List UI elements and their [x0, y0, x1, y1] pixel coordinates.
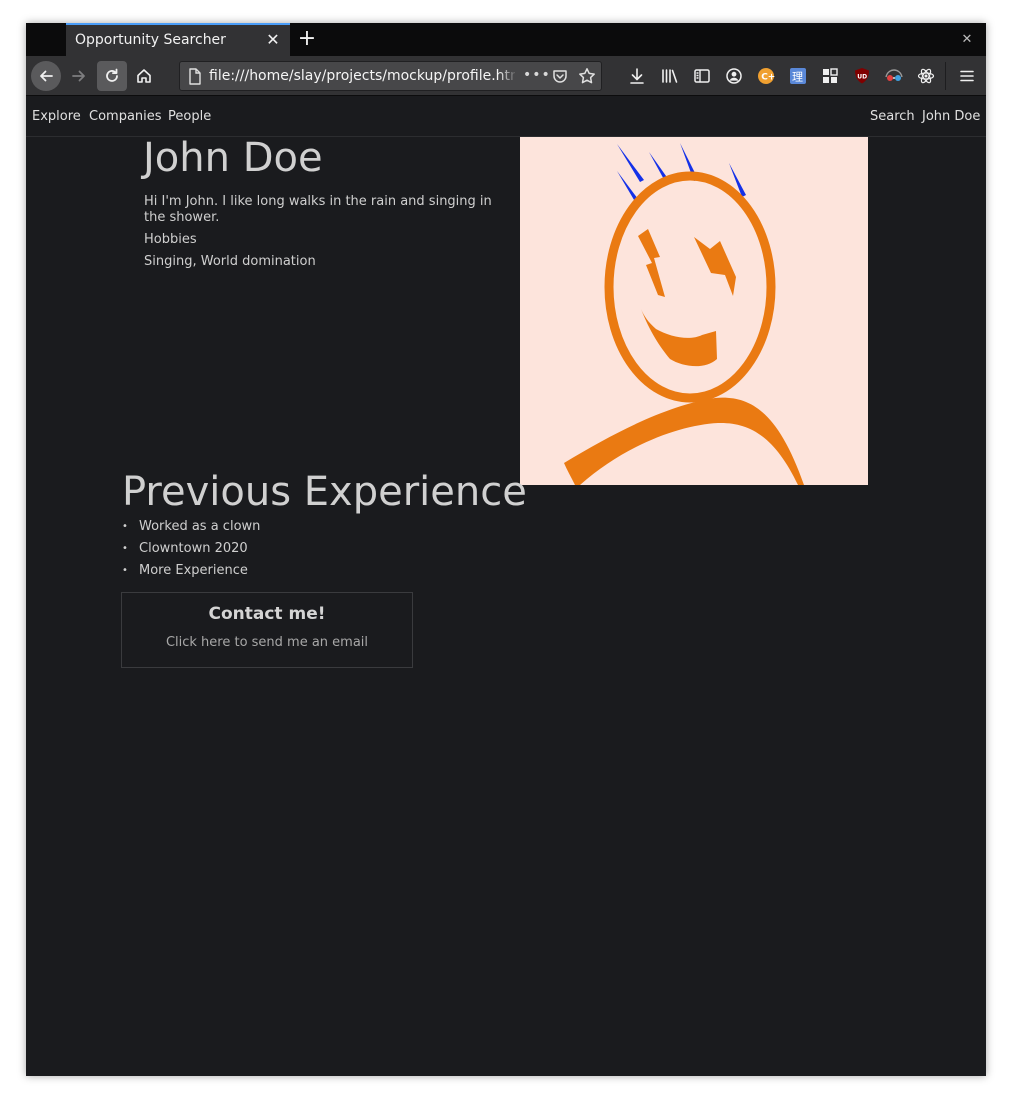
url-fade — [498, 64, 518, 88]
download-icon[interactable] — [627, 66, 647, 86]
profile-bio: Hi I'm John. I like long walks in the ra… — [144, 194, 492, 225]
web-page: Explore Companies People Search John Doe… — [26, 97, 986, 1076]
window-close-icon[interactable]: ✕ — [960, 33, 974, 47]
back-icon[interactable] — [31, 61, 61, 91]
react-devtools-icon[interactable] — [916, 66, 936, 86]
pocket-icon[interactable] — [552, 68, 568, 88]
tab-active[interactable]: Opportunity Searcher ✕ — [66, 23, 290, 56]
experience-item: More Experience — [122, 563, 260, 585]
home-icon[interactable] — [129, 61, 159, 91]
bookmark-star-icon[interactable] — [578, 67, 596, 89]
extension-grid-icon[interactable] — [820, 66, 840, 86]
tab-strip: Opportunity Searcher ✕ + ✕ — [26, 23, 986, 56]
svg-text:UD: UD — [857, 74, 867, 81]
contact-subtitle: Click here to send me an email — [165, 635, 369, 650]
hobbies-label: Hobbies — [144, 232, 197, 247]
more-dots-icon[interactable]: ••• — [523, 67, 551, 83]
experience-item: Worked as a clown — [122, 519, 260, 541]
menu-icon[interactable] — [957, 66, 977, 86]
forward-icon[interactable] — [64, 61, 94, 91]
library-icon[interactable] — [660, 66, 680, 86]
reload-icon[interactable] — [97, 61, 127, 91]
browser-window: Opportunity Searcher ✕ + ✕ file:///home/… — [26, 23, 986, 1076]
extension-glasses-icon[interactable] — [884, 66, 904, 86]
nav-companies-link[interactable]: Companies — [89, 109, 162, 124]
new-tab-icon[interactable]: + — [297, 28, 317, 50]
toolbar-separator — [945, 62, 946, 90]
experience-item: Clowntown 2020 — [122, 541, 260, 563]
contact-card-button[interactable]: Contact me! Click here to send me an ema… — [121, 592, 413, 668]
avatar — [520, 137, 868, 485]
url-bar[interactable]: file:///home/slay/projects/mockup/profil… — [179, 61, 602, 91]
profile-name: John Doe — [143, 135, 323, 181]
ublock-icon[interactable]: UD — [852, 66, 872, 86]
page-icon — [188, 68, 202, 89]
svg-text:理: 理 — [792, 71, 803, 84]
experience-title: Previous Experience — [122, 469, 527, 515]
sidebar-icon[interactable] — [692, 66, 712, 86]
nav-people-link[interactable]: People — [168, 109, 211, 124]
svg-text:C+: C+ — [761, 73, 775, 83]
tab-close-icon[interactable]: ✕ — [265, 31, 281, 49]
nav-user-link[interactable]: John Doe — [922, 109, 980, 124]
contact-title: Contact me! — [208, 604, 326, 624]
extension-c-icon[interactable]: C+ — [756, 66, 776, 86]
extension-kanji-icon[interactable]: 理 — [788, 66, 808, 86]
nav-explore-link[interactable]: Explore — [32, 109, 81, 124]
nav-search-link[interactable]: Search — [870, 109, 915, 124]
url-text[interactable]: file:///home/slay/projects/mockup/profil… — [209, 68, 515, 84]
tab-title: Opportunity Searcher — [75, 32, 226, 48]
nav-toolbar: file:///home/slay/projects/mockup/profil… — [26, 56, 986, 96]
avatar-drawing — [564, 143, 804, 485]
experience-list: Worked as a clown Clowntown 2020 More Ex… — [122, 519, 260, 585]
site-nav: Explore Companies People Search John Doe — [26, 97, 986, 137]
hobbies-value: Singing, World domination — [144, 254, 316, 269]
account-icon[interactable] — [724, 66, 744, 86]
